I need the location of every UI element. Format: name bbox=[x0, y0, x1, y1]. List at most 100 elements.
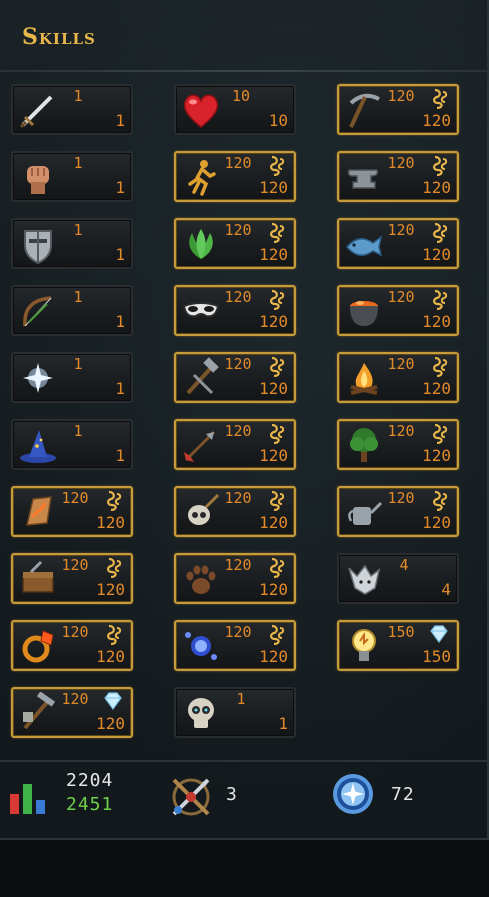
skill-base-level: 1 bbox=[278, 714, 288, 733]
skill-current-level: 120 bbox=[61, 489, 89, 507]
tree-icon bbox=[342, 424, 386, 466]
skill-tile-firemaking[interactable]: 120 120 bbox=[337, 352, 459, 403]
mastery-cape-icon bbox=[262, 288, 290, 310]
mastery-cape-icon bbox=[262, 355, 290, 377]
mastery-cape-icon bbox=[262, 221, 290, 243]
compass-badge-icon[interactable] bbox=[331, 772, 375, 816]
skill-current-level: 120 bbox=[224, 288, 252, 306]
skill-current-level: 120 bbox=[387, 489, 415, 507]
lightbulb-icon bbox=[342, 625, 386, 667]
skill-tile-crafting[interactable]: 120 120 bbox=[174, 352, 296, 403]
skill-tile-defence[interactable]: 11 bbox=[11, 218, 133, 269]
skill-current-level: 120 bbox=[224, 221, 252, 239]
skill-tile-dungeoneering[interactable]: 120 120 bbox=[11, 620, 133, 671]
skill-base-level: 120 bbox=[422, 379, 451, 398]
skill-base-level: 120 bbox=[259, 245, 288, 264]
prayer-star-icon bbox=[16, 357, 60, 399]
skill-tile-smithing[interactable]: 120 120 bbox=[337, 151, 459, 202]
skill-base-level: 120 bbox=[259, 379, 288, 398]
total-level: 2204 bbox=[66, 770, 114, 791]
skill-base-level: 120 bbox=[96, 513, 125, 532]
skill-current-level: 150 bbox=[387, 623, 415, 641]
skill-current-level: 120 bbox=[224, 355, 252, 373]
relic-value: 72 bbox=[391, 784, 415, 805]
skill-current-level: 120 bbox=[61, 556, 89, 574]
skill-base-level: 4 bbox=[441, 580, 451, 599]
skill-base-level: 120 bbox=[259, 312, 288, 331]
ring-icon bbox=[16, 625, 60, 667]
skill-base-level: 120 bbox=[259, 446, 288, 465]
skill-current-level: 1 bbox=[73, 87, 83, 105]
skills-footer: 2204 2451 3 72 bbox=[0, 760, 489, 830]
mastery-cape-icon bbox=[425, 489, 453, 511]
mastery-cape-icon bbox=[425, 355, 453, 377]
mastery-cape-icon bbox=[99, 556, 127, 578]
skill-current-level: 120 bbox=[387, 154, 415, 172]
skill-tile-farming[interactable]: 120 120 bbox=[337, 486, 459, 537]
mastery-cape-icon bbox=[425, 87, 453, 109]
skill-tile-prayer[interactable]: 11 bbox=[11, 352, 133, 403]
skill-tile-strength[interactable]: 11 bbox=[11, 151, 133, 202]
skill-tile-necromancy[interactable]: 11 bbox=[174, 687, 296, 738]
skill-current-level: 1 bbox=[73, 288, 83, 306]
skills-panel: Skills 1 1 10 10 120 120 1 1 120 120 120 120 1 1 120 12… bbox=[0, 0, 489, 840]
skill-tile-herblore[interactable]: 120 120 bbox=[174, 218, 296, 269]
running-man-icon bbox=[179, 156, 223, 198]
chisel-hammer-icon bbox=[179, 357, 223, 399]
mastery-cape-icon bbox=[262, 623, 290, 645]
skill-tile-constitution[interactable]: 10 10 bbox=[174, 84, 296, 135]
skill-tile-construction[interactable]: 120 120 bbox=[11, 553, 133, 604]
mastery-cape-icon bbox=[262, 556, 290, 578]
skill-tile-divination[interactable]: 120 120 bbox=[174, 620, 296, 671]
skill-tile-fishing[interactable]: 120 120 bbox=[337, 218, 459, 269]
fish-icon bbox=[342, 223, 386, 265]
skill-tile-woodcutting[interactable]: 120 120 bbox=[337, 419, 459, 470]
mastery-cape-icon bbox=[425, 221, 453, 243]
skill-tile-mining[interactable]: 120 120 bbox=[337, 84, 459, 135]
skill-tile-agility[interactable]: 120 120 bbox=[174, 151, 296, 202]
skill-base-level: 120 bbox=[422, 245, 451, 264]
fist-icon bbox=[16, 156, 60, 198]
diamond-icon bbox=[425, 623, 453, 645]
skill-current-level: 120 bbox=[387, 288, 415, 306]
virtual-total-level: 2451 bbox=[66, 794, 114, 815]
skill-tile-ranged[interactable]: 11 bbox=[11, 285, 133, 336]
skill-current-level: 4 bbox=[399, 556, 409, 574]
skill-tile-cooking[interactable]: 120 120 bbox=[337, 285, 459, 336]
skill-base-level: 1 bbox=[115, 178, 125, 197]
skill-tile-hunter[interactable]: 120 120 bbox=[174, 553, 296, 604]
skill-current-level: 120 bbox=[224, 489, 252, 507]
title-divider bbox=[0, 70, 487, 72]
skill-tile-attack[interactable]: 11 bbox=[11, 84, 133, 135]
skull-icon bbox=[179, 692, 223, 734]
cauldron-icon bbox=[342, 290, 386, 332]
skill-tile-magic[interactable]: 11 bbox=[11, 419, 133, 470]
skill-base-level: 120 bbox=[96, 580, 125, 599]
skill-current-level: 1 bbox=[73, 355, 83, 373]
skill-base-level: 150 bbox=[422, 647, 451, 666]
skill-tile-fletching[interactable]: 120 120 bbox=[174, 419, 296, 470]
skill-current-level: 120 bbox=[61, 623, 89, 641]
skill-current-level: 120 bbox=[224, 154, 252, 172]
skill-current-level: 120 bbox=[224, 556, 252, 574]
combat-crossed-weapons-icon[interactable] bbox=[164, 772, 218, 822]
skill-tile-archaeology[interactable]: 120 120 bbox=[11, 687, 133, 738]
skill-tile-slayer[interactable]: 120 120 bbox=[174, 486, 296, 537]
skill-current-level: 1 bbox=[73, 422, 83, 440]
mask-icon bbox=[179, 290, 223, 332]
wolf-icon bbox=[342, 558, 386, 600]
mastery-cape-icon bbox=[99, 489, 127, 511]
bow-icon bbox=[16, 290, 60, 332]
skill-tile-thieving[interactable]: 120 120 bbox=[174, 285, 296, 336]
skill-current-level: 120 bbox=[387, 221, 415, 239]
mastery-cape-icon bbox=[425, 288, 453, 310]
skill-tile-runecrafting[interactable]: 120 120 bbox=[11, 486, 133, 537]
skill-tile-invention[interactable]: 150 150 bbox=[337, 620, 459, 671]
skill-tile-summoning[interactable]: 44 bbox=[337, 553, 459, 604]
mastery-cape-icon bbox=[99, 623, 127, 645]
skill-base-level: 120 bbox=[259, 580, 288, 599]
skill-base-level: 120 bbox=[259, 178, 288, 197]
bar-chart-icon[interactable] bbox=[8, 780, 48, 816]
skill-base-level: 120 bbox=[259, 513, 288, 532]
skill-base-level: 120 bbox=[96, 714, 125, 733]
